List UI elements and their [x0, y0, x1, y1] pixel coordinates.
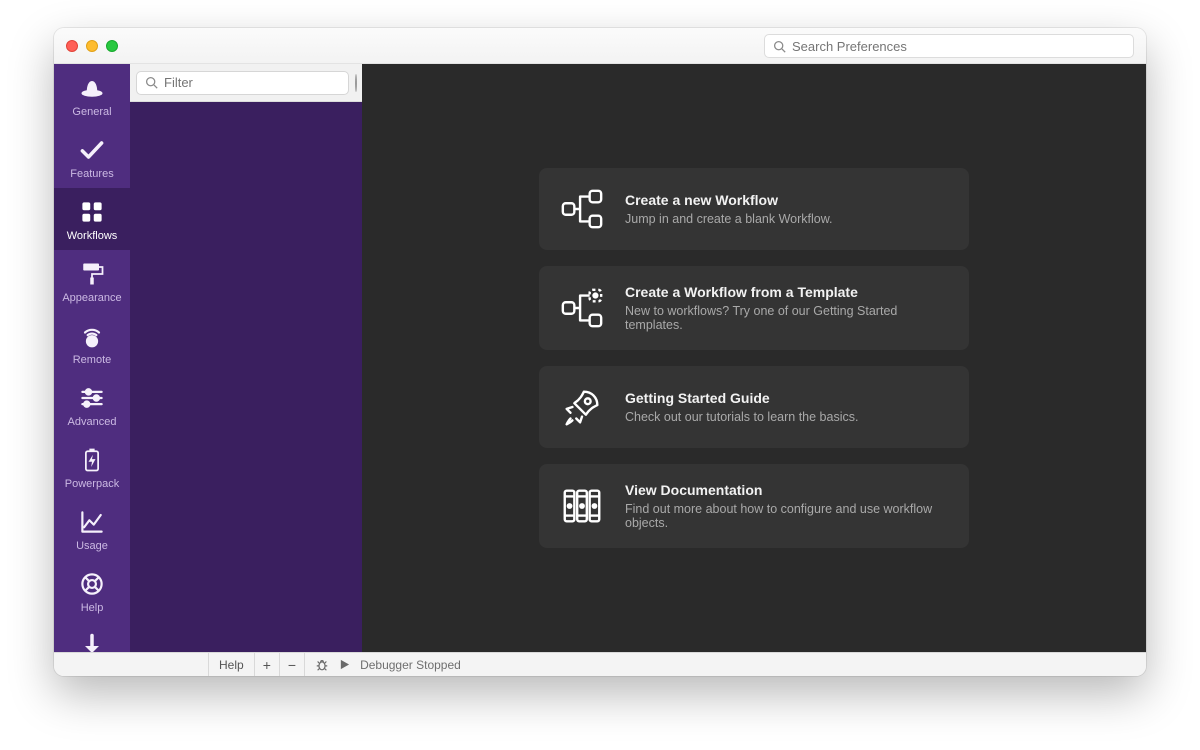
filter-options-button[interactable]: [355, 74, 357, 92]
filter-bar: [130, 64, 362, 102]
card-subtitle: Jump in and create a blank Workflow.: [625, 212, 833, 226]
minimize-window-button[interactable]: [86, 40, 98, 52]
sidebar-item-label: Advanced: [68, 416, 117, 428]
main-content: Create a new Workflow Jump in and create…: [362, 64, 1146, 652]
debugger-status: Debugger Stopped: [305, 658, 471, 672]
rocket-icon: [559, 384, 605, 430]
sidebar-item-advanced[interactable]: Advanced: [54, 374, 130, 436]
bug-icon: [315, 658, 329, 672]
card-title: Getting Started Guide: [625, 390, 858, 406]
filter-field[interactable]: [136, 71, 349, 95]
add-workflow-button[interactable]: +: [255, 653, 280, 676]
search-icon: [145, 76, 158, 89]
chart-line-icon: [78, 508, 106, 536]
sidebar: General Features Workflows Appearance Re…: [54, 64, 130, 652]
card-title: View Documentation: [625, 482, 949, 498]
books-icon: [559, 483, 605, 529]
titlebar: [54, 28, 1146, 64]
sidebar-item-label: Usage: [76, 540, 108, 552]
hat-icon: [78, 74, 106, 102]
sidebar-item-features[interactable]: Features: [54, 126, 130, 188]
sidebar-item-remote[interactable]: Remote: [54, 312, 130, 374]
remove-workflow-button[interactable]: −: [280, 653, 305, 676]
sidebar-item-label: Remote: [73, 354, 112, 366]
zoom-window-button[interactable]: [106, 40, 118, 52]
sidebar-item-label: Help: [81, 602, 104, 614]
paint-roller-icon: [78, 260, 106, 288]
card-subtitle: Check out our tutorials to learn the bas…: [625, 410, 858, 424]
card-subtitle: Find out more about how to configure and…: [625, 502, 949, 530]
sidebar-item-appearance[interactable]: Appearance: [54, 250, 130, 312]
search-preferences-input[interactable]: [792, 39, 1125, 54]
close-window-button[interactable]: [66, 40, 78, 52]
card-title: Create a Workflow from a Template: [625, 284, 949, 300]
card-new-workflow[interactable]: Create a new Workflow Jump in and create…: [539, 168, 969, 250]
window-controls: [66, 40, 118, 52]
sidebar-item-label: Appearance: [62, 292, 121, 304]
workflow-nodes-icon: [559, 186, 605, 232]
preferences-window: General Features Workflows Appearance Re…: [54, 28, 1146, 676]
sidebar-item-workflows[interactable]: Workflows: [54, 188, 130, 250]
sidebar-item-label: Powerpack: [65, 478, 119, 490]
sidebar-item-general[interactable]: General: [54, 64, 130, 126]
sidebar-item-label: Workflows: [67, 230, 118, 242]
search-icon: [773, 40, 786, 53]
sidebar-item-usage[interactable]: Usage: [54, 498, 130, 560]
play-icon[interactable]: [339, 659, 350, 670]
bottom-bar: Help + − Debugger Stopped: [54, 652, 1146, 676]
sliders-icon: [78, 384, 106, 412]
lifebuoy-icon: [78, 570, 106, 598]
check-icon: [78, 136, 106, 164]
battery-bolt-icon: [78, 446, 106, 474]
getting-started-cards: Create a new Workflow Jump in and create…: [362, 64, 1146, 652]
help-button[interactable]: Help: [208, 653, 255, 676]
card-subtitle: New to workflows? Try one of our Getting…: [625, 304, 949, 332]
sidebar-item-label: Features: [70, 168, 113, 180]
card-view-docs[interactable]: View Documentation Find out more about h…: [539, 464, 969, 548]
workflow-list-column: [130, 64, 362, 652]
card-getting-started[interactable]: Getting Started Guide Check out our tuto…: [539, 366, 969, 448]
sidebar-item-help[interactable]: Help: [54, 560, 130, 622]
debugger-status-text: Debugger Stopped: [360, 658, 461, 672]
filter-input[interactable]: [164, 75, 340, 90]
card-title: Create a new Workflow: [625, 192, 833, 208]
window-body: General Features Workflows Appearance Re…: [54, 64, 1146, 652]
workflow-template-icon: [559, 285, 605, 331]
sidebar-item-powerpack[interactable]: Powerpack: [54, 436, 130, 498]
card-from-template[interactable]: Create a Workflow from a Template New to…: [539, 266, 969, 350]
grid-icon: [78, 198, 106, 226]
sidebar-item-label: General: [72, 106, 111, 118]
workflow-list-empty: [130, 102, 362, 652]
search-preferences-field[interactable]: [764, 34, 1134, 58]
remote-icon: [78, 322, 106, 350]
